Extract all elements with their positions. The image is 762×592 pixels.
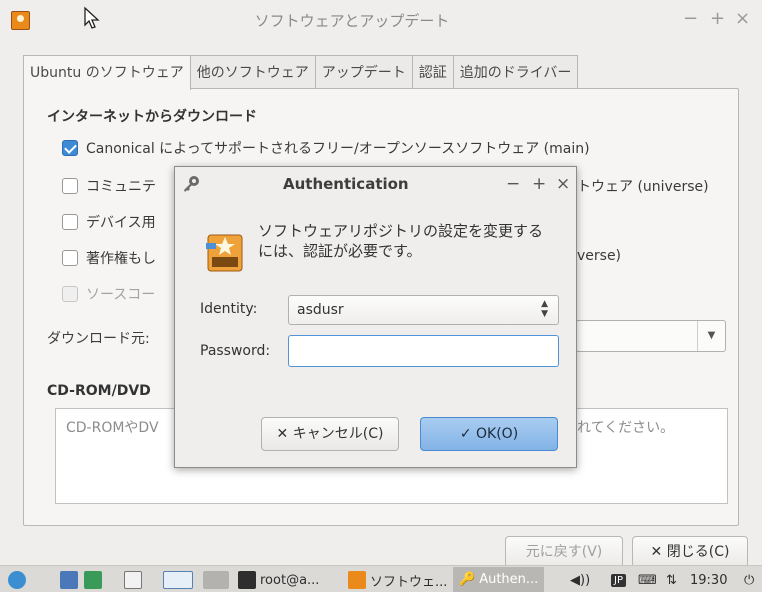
minimize-button[interactable]: − <box>683 8 698 29</box>
taskbar-item-terminal[interactable]: root@a... <box>238 570 319 590</box>
tab-ubuntu-software[interactable]: Ubuntu のソフトウェア <box>23 55 191 90</box>
download-server-combo[interactable]: ▼ <box>575 320 726 352</box>
dropdown-arrow-icon[interactable]: ▼ <box>697 321 725 351</box>
identity-label: Identity: <box>200 301 258 317</box>
show-desktop-button[interactable] <box>124 570 146 590</box>
taskbar-item-authentication[interactable]: 🔑 Authen... <box>453 567 545 592</box>
identity-value: asdusr <box>297 302 344 318</box>
ime-badge[interactable]: JP <box>611 573 626 587</box>
cdrom-placeholder-text-tail: れてください。 <box>577 420 675 436</box>
password-label: Password: <box>200 343 271 359</box>
taskbar-item-software[interactable]: ソフトウェ... <box>348 570 447 590</box>
tab-bar: Ubuntu のソフトウェア 他のソフトウェア アップデート 認証 追加のドライ… <box>23 55 579 90</box>
checkbox-restricted[interactable] <box>62 214 78 230</box>
window-titlebar: ソフトウェアとアップデート − + × <box>0 0 762 40</box>
folder-icon[interactable] <box>60 571 78 589</box>
browser-launcher[interactable] <box>84 570 106 590</box>
workspace-1[interactable] <box>163 570 197 590</box>
network-icon[interactable]: ⇅ <box>666 570 677 590</box>
start-menu-icon[interactable] <box>8 570 30 590</box>
option-multiverse-label: 著作権もし <box>86 251 156 267</box>
tab-updates[interactable]: アップデート <box>314 55 413 89</box>
bottom-panel: root@a... ソフトウェ... 🔑 Authen... ◀)) JP ⌨ … <box>0 565 762 592</box>
option-restricted[interactable]: デバイス用 <box>62 212 156 232</box>
cdrom-section-heading: CD-ROM/DVD <box>47 383 151 399</box>
option-multiverse-label-visible-part: verse) <box>577 248 621 264</box>
taskbar-item-authentication-label: Authen... <box>479 572 539 587</box>
updown-arrows-icon[interactable]: ▲ ▼ <box>541 299 548 319</box>
input-method-indicator[interactable]: JP <box>611 570 626 590</box>
taskbar-item-terminal-label: root@a... <box>260 572 320 588</box>
dialog-maximize-button[interactable]: + <box>532 174 546 194</box>
option-multiverse[interactable]: 著作権もし <box>62 248 156 268</box>
keyboard-icon[interactable]: ⌨ <box>638 570 657 590</box>
cdrom-placeholder-text: CD-ROMやDV <box>66 420 159 436</box>
power-icon[interactable]: ⏻ <box>744 570 754 590</box>
auth-message: ソフトウェアリポジトリの設定を変更する には、認証が必要です。 <box>258 221 543 261</box>
option-multiverse-label-tail: verse) <box>577 248 622 264</box>
workspace-2[interactable] <box>203 570 233 590</box>
terminal-icon <box>238 571 256 589</box>
browser-icon[interactable] <box>84 571 102 589</box>
checkbox-main[interactable] <box>62 140 78 156</box>
close-window-button[interactable]: × <box>735 8 750 29</box>
ok-button[interactable]: ✓ OK(O) <box>420 417 558 451</box>
clock[interactable]: 19:30 <box>690 570 727 590</box>
checkbox-multiverse[interactable] <box>62 250 78 266</box>
software-lock-icon <box>206 234 243 272</box>
option-restricted-label: デバイス用 <box>86 215 156 231</box>
auth-message-line1: ソフトウェアリポジトリの設定を変更する <box>258 222 544 240</box>
auth-message-line2: には、認証が必要です。 <box>258 242 422 260</box>
dialog-titlebar: Authentication − + × <box>175 167 578 201</box>
download-from-label: ダウンロード元: <box>47 331 150 347</box>
option-universe[interactable]: コミュニテ <box>62 176 156 196</box>
dialog-title: Authentication <box>283 175 409 193</box>
option-source-code: ソースコー <box>62 284 155 304</box>
workspace-2-icon[interactable] <box>203 571 229 589</box>
dialog-minimize-button[interactable]: − <box>506 174 520 194</box>
password-input[interactable] <box>288 335 559 367</box>
close-button[interactable]: ✕ 閉じる(C) <box>632 536 748 568</box>
file-manager-launcher[interactable] <box>60 570 82 590</box>
desktop-icon[interactable] <box>124 571 142 589</box>
tab-other-software[interactable]: 他のソフトウェア <box>189 55 316 89</box>
option-main[interactable]: Canonical によってサポートされるフリー/オープンソースソフトウェア (… <box>62 138 590 158</box>
taskbar-item-software-label: ソフトウェ... <box>370 574 448 590</box>
tab-additional-drivers[interactable]: 追加のドライバー <box>452 55 579 89</box>
key-icon: 🔑 <box>459 572 476 587</box>
checkbox-source-code <box>62 286 78 302</box>
option-universe-label: コミュニテ <box>86 179 156 195</box>
option-main-label: Canonical によってサポートされるフリー/オープンソースソフトウェア (… <box>86 141 590 157</box>
revert-button[interactable]: 元に戻す(V) <box>505 536 623 568</box>
download-section-heading: インターネットからダウンロード <box>47 109 257 125</box>
identity-combo[interactable]: asdusr ▲ ▼ <box>288 295 559 325</box>
lubuntu-logo-icon[interactable] <box>8 571 26 589</box>
volume-icon[interactable]: ◀)) <box>570 570 590 590</box>
workspace-1-icon[interactable] <box>163 571 193 589</box>
cancel-button[interactable]: ✕ キャンセル(C) <box>261 417 399 451</box>
tab-authentication[interactable]: 認証 <box>411 55 454 89</box>
key-icon <box>184 176 199 192</box>
software-icon <box>348 571 366 589</box>
option-universe-label-visible-part: トウェア (universe) <box>577 176 709 196</box>
window-title: ソフトウェアとアップデート <box>254 12 450 30</box>
dialog-close-button[interactable]: × <box>556 174 570 194</box>
option-universe-label-tail: トウェア (universe) <box>577 179 709 195</box>
checkbox-universe[interactable] <box>62 178 78 194</box>
option-source-code-label: ソースコー <box>86 287 156 303</box>
maximize-button[interactable]: + <box>710 8 725 29</box>
authentication-dialog: Authentication − + × ソフトウェアリポジトリの設定を変更する… <box>174 166 577 468</box>
